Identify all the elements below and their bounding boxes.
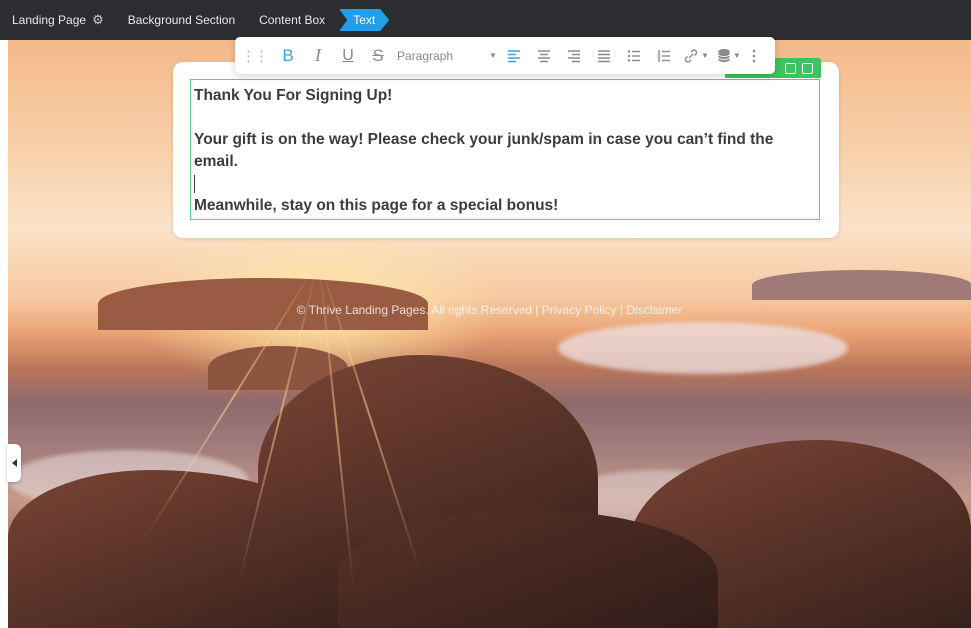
- breadcrumb-content-box[interactable]: Content Box: [259, 9, 325, 31]
- sidebar-toggle-handle[interactable]: [7, 444, 21, 482]
- italic-button[interactable]: I: [307, 42, 329, 70]
- chevron-down-icon: ▼: [732, 51, 741, 60]
- drag-handle-icon[interactable]: ⋮⋮: [241, 42, 269, 70]
- strikethrough-button[interactable]: S: [367, 42, 389, 70]
- paragraph-format-label: Paragraph: [397, 48, 454, 63]
- empty-line-caret[interactable]: [194, 173, 816, 195]
- breadcrumb-label: Background Section: [127, 13, 236, 27]
- body-text-gift[interactable]: Your gift is on the way! Please check yo…: [194, 129, 816, 173]
- bullet-list-icon[interactable]: [623, 42, 645, 70]
- duplicate-icon[interactable]: [785, 62, 796, 74]
- gear-icon[interactable]: ⚙: [92, 12, 104, 28]
- breadcrumb-text-active[interactable]: Text: [339, 9, 389, 31]
- footer-copyright[interactable]: © Thrive Landing Pages. All rights Reser…: [8, 303, 971, 317]
- align-justify-icon[interactable]: [593, 42, 615, 70]
- delete-icon[interactable]: [802, 62, 813, 74]
- align-center-icon[interactable]: [533, 42, 555, 70]
- breadcrumb-label: Content Box: [259, 13, 326, 27]
- rock: [338, 510, 718, 628]
- heading-text[interactable]: Thank You For Signing Up!: [194, 85, 816, 107]
- breadcrumb-landing-page[interactable]: Landing Page ⚙: [12, 9, 104, 31]
- wave-foam: [558, 322, 848, 374]
- link-icon[interactable]: ▼: [683, 42, 709, 70]
- paragraph-format-select[interactable]: Paragraph ▼: [397, 49, 497, 63]
- underline-button[interactable]: U: [337, 42, 359, 70]
- text-format-toolbar: ⋮⋮ B I U S Paragraph ▼ ▼ ▼: [235, 37, 775, 74]
- more-options-icon[interactable]: [749, 42, 759, 70]
- chevron-down-icon: ▼: [489, 51, 497, 60]
- breadcrumb-bar: Landing Page ⚙ Background Section Conten…: [0, 0, 971, 40]
- numbered-list-icon[interactable]: [653, 42, 675, 70]
- content-box[interactable]: Thank You For Signing Up! Your gift is o…: [173, 62, 839, 238]
- align-right-icon[interactable]: [563, 42, 585, 70]
- chevron-down-icon: ▼: [701, 51, 709, 60]
- text-cursor: [194, 174, 195, 193]
- text-element-editor[interactable]: Thank You For Signing Up! Your gift is o…: [190, 79, 820, 220]
- breadcrumb-label: Text: [353, 13, 376, 27]
- breadcrumb-label: Landing Page: [12, 13, 87, 27]
- align-left-icon[interactable]: [503, 42, 525, 70]
- bold-button[interactable]: B: [277, 42, 299, 70]
- chevron-left-icon: [11, 459, 17, 467]
- breadcrumb-background-section[interactable]: Background Section: [128, 9, 235, 31]
- background-island: [752, 270, 971, 300]
- dynamic-data-icon[interactable]: ▼: [717, 42, 741, 70]
- body-text-bonus[interactable]: Meanwhile, stay on this page for a speci…: [194, 195, 816, 217]
